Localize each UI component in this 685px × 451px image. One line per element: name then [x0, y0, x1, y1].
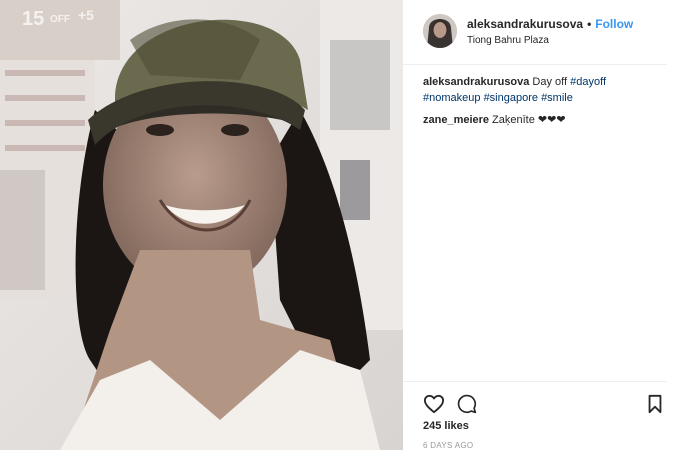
post-side-panel: aleksandrakurusova • Follow Tiong Bahru Pl…: [403, 0, 685, 450]
post-header: aleksandrakurusova • Follow Tiong Bahru Pl…: [403, 0, 667, 65]
location-link[interactable]: Tiong Bahru Plaza: [467, 35, 549, 46]
heart-icon[interactable]: [423, 394, 445, 419]
sign-text: 15: [22, 8, 44, 30]
selfie-photo-image: 15 OFF +5: [0, 0, 403, 450]
comment-item: zane_meiere Zaķenīte ❤❤❤: [423, 112, 663, 128]
username-link[interactable]: aleksandrakurusova: [467, 17, 583, 31]
hashtag-link[interactable]: #smile: [541, 92, 573, 104]
avatar-image: [423, 14, 457, 48]
post-timestamp[interactable]: 6 DAYS AGO: [423, 441, 473, 450]
comment-username[interactable]: aleksandrakurusova: [423, 76, 529, 88]
hashtag-link[interactable]: #dayoff: [570, 76, 606, 88]
post-actions: 245 likes 6 DAYS AGO: [403, 381, 667, 451]
comment-icon[interactable]: [457, 394, 477, 419]
comment-username[interactable]: zane_meiere: [423, 114, 489, 126]
bookmark-icon[interactable]: [647, 394, 663, 419]
separator-dot: •: [587, 17, 592, 31]
sign-text: OFF: [50, 14, 70, 25]
likes-count[interactable]: 245 likes: [423, 420, 469, 432]
comments-list: aleksandrakurusova Day off #dayoff #nomak…: [423, 74, 663, 134]
sign-text: +5: [78, 7, 94, 23]
caption: aleksandrakurusova Day off #dayoff #nomak…: [423, 74, 663, 106]
post-photo[interactable]: 15 OFF +5: [0, 0, 403, 450]
follow-button[interactable]: Follow: [595, 17, 633, 31]
caption-text: Day off: [532, 76, 571, 88]
hashtag-link[interactable]: #nomakeup: [423, 92, 481, 104]
hashtag-link[interactable]: #singapore: [484, 92, 538, 104]
post-author: aleksandrakurusova • Follow: [467, 17, 633, 31]
avatar[interactable]: [423, 14, 457, 48]
comment-text: Zaķenīte ❤❤❤: [492, 114, 566, 126]
